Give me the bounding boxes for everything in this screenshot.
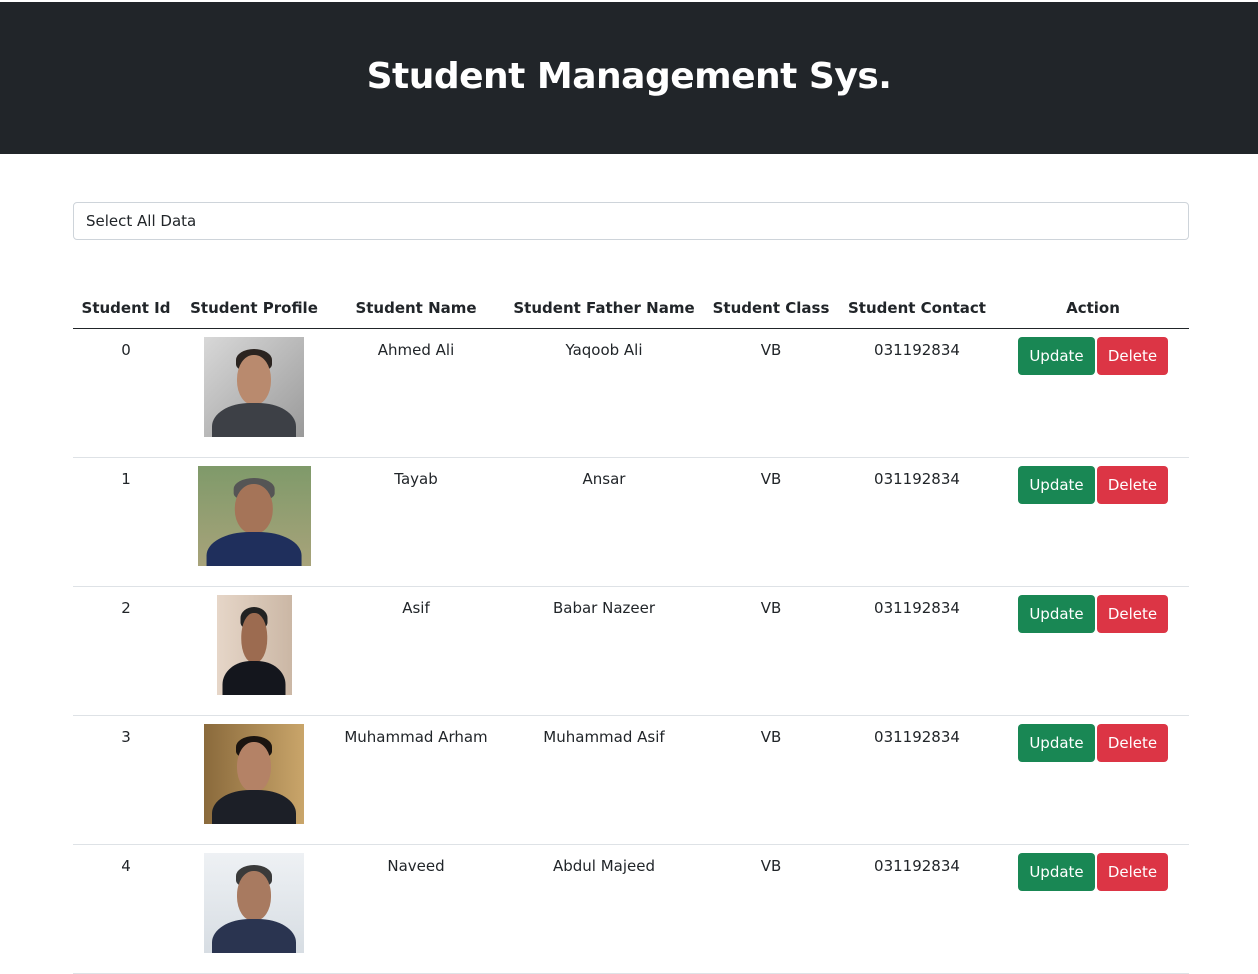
update-button[interactable]: Update xyxy=(1018,466,1095,504)
profile-cell xyxy=(179,586,329,716)
student-id: 1 xyxy=(73,457,179,587)
page-header: Student Management Sys. xyxy=(0,2,1258,154)
header-student-class: Student Class xyxy=(705,288,837,329)
header-action: Action xyxy=(997,288,1189,329)
student-photo xyxy=(204,853,304,953)
action-cell: Update Delete xyxy=(997,457,1189,587)
update-button[interactable]: Update xyxy=(1018,595,1095,633)
student-photo xyxy=(204,337,304,437)
table-row: 0 Ahmed Ali Yaqoob Ali VB 031192834 Upda… xyxy=(73,328,1189,458)
page-title: Student Management Sys. xyxy=(366,55,892,97)
student-class: VB xyxy=(705,844,837,974)
data-filter-selected-value: Select All Data xyxy=(86,212,197,230)
header-student-id: Student Id xyxy=(73,288,179,329)
student-photo xyxy=(197,466,311,566)
student-id: 3 xyxy=(73,715,179,845)
table-header-row: Student Id Student Profile Student Name … xyxy=(73,288,1189,329)
student-photo xyxy=(204,724,304,824)
student-contact: 031192834 xyxy=(837,328,997,458)
student-name: Muhammad Arham xyxy=(329,715,503,845)
action-cell: Update Delete xyxy=(997,328,1189,458)
update-button[interactable]: Update xyxy=(1018,853,1095,891)
students-table: Student Id Student Profile Student Name … xyxy=(73,288,1189,974)
student-class: VB xyxy=(705,715,837,845)
student-name: Asif xyxy=(329,586,503,716)
data-filter-select[interactable]: Select All Data xyxy=(73,202,1189,240)
header-father-name: Student Father Name xyxy=(503,288,705,329)
father-name: Abdul Majeed xyxy=(503,844,705,974)
student-contact: 031192834 xyxy=(837,844,997,974)
table-row: 3 Muhammad Arham Muhammad Asif VB 031192… xyxy=(73,715,1189,845)
student-id: 4 xyxy=(73,844,179,974)
student-name: Ahmed Ali xyxy=(329,328,503,458)
student-contact: 031192834 xyxy=(837,457,997,587)
table-row: 2 Asif Babar Nazeer VB 031192834 Update D… xyxy=(73,586,1189,716)
table-row: 1 Tayab Ansar VB 031192834 Update Delete xyxy=(73,457,1189,587)
delete-button[interactable]: Delete xyxy=(1097,595,1168,633)
student-class: VB xyxy=(705,586,837,716)
student-id: 0 xyxy=(73,328,179,458)
update-button[interactable]: Update xyxy=(1018,337,1095,375)
father-name: Yaqoob Ali xyxy=(503,328,705,458)
profile-cell xyxy=(179,457,329,587)
profile-cell xyxy=(179,328,329,458)
student-contact: 031192834 xyxy=(837,715,997,845)
profile-cell xyxy=(179,844,329,974)
student-name: Naveed xyxy=(329,844,503,974)
delete-button[interactable]: Delete xyxy=(1097,337,1168,375)
student-class: VB xyxy=(705,457,837,587)
delete-button[interactable]: Delete xyxy=(1097,724,1168,762)
student-photo xyxy=(216,595,292,695)
table-row: 4 Naveed Abdul Majeed VB 031192834 Updat… xyxy=(73,844,1189,974)
student-name: Tayab xyxy=(329,457,503,587)
student-class: VB xyxy=(705,328,837,458)
header-student-contact: Student Contact xyxy=(837,288,997,329)
update-button[interactable]: Update xyxy=(1018,724,1095,762)
action-cell: Update Delete xyxy=(997,586,1189,716)
action-cell: Update Delete xyxy=(997,715,1189,845)
profile-cell xyxy=(179,715,329,845)
father-name: Ansar xyxy=(503,457,705,587)
header-student-profile: Student Profile xyxy=(179,288,329,329)
header-student-name: Student Name xyxy=(329,288,503,329)
delete-button[interactable]: Delete xyxy=(1097,853,1168,891)
student-contact: 031192834 xyxy=(837,586,997,716)
father-name: Babar Nazeer xyxy=(503,586,705,716)
student-id: 2 xyxy=(73,586,179,716)
action-cell: Update Delete xyxy=(997,844,1189,974)
delete-button[interactable]: Delete xyxy=(1097,466,1168,504)
father-name: Muhammad Asif xyxy=(503,715,705,845)
